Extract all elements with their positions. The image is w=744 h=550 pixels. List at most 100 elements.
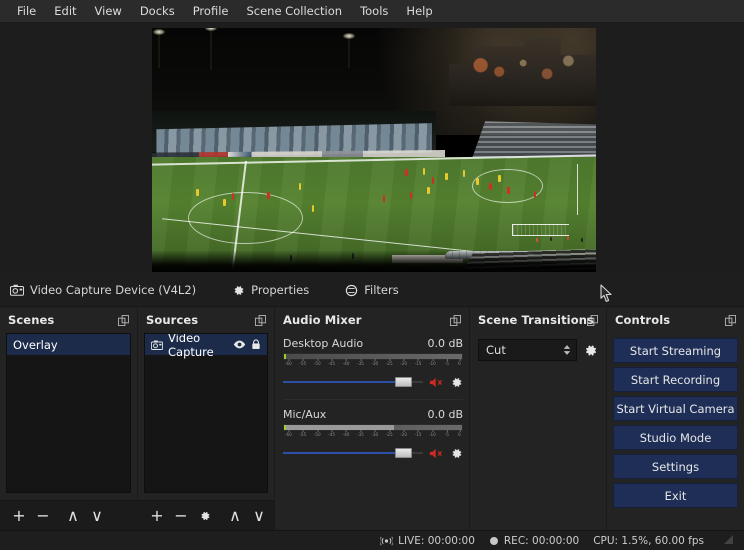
volume-slider[interactable] [283,375,423,389]
gear-icon[interactable] [450,447,463,460]
transition-selected-label: Cut [486,343,506,357]
scale-tick: -25 [386,361,393,366]
cpu-status: CPU: 1.5%, 60.00 fps [593,535,704,547]
player-marker [312,205,315,212]
start-virtual-camera-button[interactable]: Start Virtual Camera [613,396,738,421]
camera-icon [10,284,24,296]
start-streaming-button[interactable]: Start Streaming [613,338,738,363]
filters-button[interactable]: Filters [335,279,408,301]
remove-scene-button[interactable]: − [32,505,54,527]
scene-list-item-overlay[interactable]: Overlay [7,334,130,355]
preview-canvas[interactable] [152,28,596,272]
sources-list[interactable]: Video Capture [144,333,268,493]
meter-scale: -60 -55 -50 -45 -40 -35 -30 -25 -20 -15 … [283,432,463,441]
preview-area[interactable] [0,23,744,274]
controls-dock: Controls Start Streaming Start Recording… [606,307,744,530]
player-marker [267,192,270,199]
meter-scale: -60 -55 -50 -45 -40 -35 -30 -25 -20 -15 … [283,361,463,370]
audio-mixer-body: Desktop Audio 0.0 dB -60 -55 -50 -45 -40… [275,333,469,530]
meter-peak-indicator [284,425,286,430]
scale-tick: -30 [371,361,378,366]
scale-tick: -40 [343,432,350,437]
slider-handle[interactable] [395,448,412,458]
mixer-track-db: 0.0 dB [427,337,463,350]
penalty-area-line [577,164,579,214]
properties-label: Properties [251,283,309,297]
resize-grip-icon[interactable] [722,533,734,548]
scale-tick: -10 [429,432,436,437]
transition-row: Cut [474,333,602,361]
scale-tick: -45 [328,361,335,366]
muted-speaker-icon[interactable] [429,447,444,460]
scale-tick: -40 [343,361,350,366]
center-circle [188,192,303,245]
remove-source-button[interactable]: − [170,505,192,527]
move-scene-up-button[interactable]: ∧ [62,505,84,527]
add-scene-button[interactable]: + [8,505,30,527]
start-recording-button[interactable]: Start Recording [613,367,738,392]
transition-properties-button[interactable] [583,343,598,358]
properties-button[interactable]: Properties [222,279,319,301]
spectator-dot [567,236,569,240]
scale-tick: 0 [458,432,461,437]
float-dock-icon[interactable] [450,315,461,326]
float-dock-icon[interactable] [118,315,129,326]
menu-item-edit[interactable]: Edit [45,2,85,21]
menu-item-docks[interactable]: Docks [131,2,184,21]
scale-tick: 0 [458,361,461,366]
slider-handle[interactable] [395,377,412,387]
player-marker [507,187,510,194]
source-list-item-video-capture[interactable]: Video Capture [145,334,267,355]
spinner-updown-icon[interactable] [563,345,571,356]
move-source-up-button[interactable]: ∧ [224,505,246,527]
scene-name: Overlay [13,338,124,352]
mixer-track-header: Mic/Aux 0.0 dB [283,408,463,421]
muted-speaker-icon[interactable] [429,376,444,389]
controls-title-label: Controls [615,313,670,327]
menu-item-view[interactable]: View [86,2,131,21]
scale-tick: -15 [415,361,422,366]
mixer-track-db: 0.0 dB [427,408,463,421]
floodlight-mast-3 [348,38,350,68]
floodlight-mast-1 [158,34,160,68]
scale-tick: -15 [415,432,422,437]
rec-status: REC: 00:00:00 [489,535,579,547]
volume-slider[interactable] [283,446,423,460]
exit-button[interactable]: Exit [613,483,738,508]
scenes-dock: Scenes Overlay + − ∧ ∨ [0,307,137,530]
mixer-track-desktop-audio: Desktop Audio 0.0 dB -60 -55 -50 -45 -40… [283,337,463,389]
menu-item-scene-collection[interactable]: Scene Collection [237,2,351,21]
settings-button[interactable]: Settings [613,454,738,479]
status-bar: LIVE: 00:00:00 REC: 00:00:00 CPU: 1.5%, … [0,530,744,550]
gear-icon[interactable] [450,376,463,389]
lock-icon[interactable] [251,339,261,350]
scenes-toolbar: + − ∧ ∨ [0,500,137,530]
float-dock-icon[interactable] [725,315,736,326]
slider-filled [283,452,412,454]
float-dock-icon[interactable] [587,315,598,326]
player-marker [223,199,226,206]
source-properties-button[interactable] [194,505,216,527]
move-scene-down-button[interactable]: ∨ [86,505,108,527]
sources-title-label: Sources [146,313,198,327]
gear-icon [232,284,245,297]
menu-item-file[interactable]: File [8,2,45,21]
menu-item-profile[interactable]: Profile [184,2,238,21]
scene-transitions-dock-title: Scene Transitions [470,307,606,333]
eye-icon[interactable] [233,340,246,349]
menu-item-help[interactable]: Help [397,2,441,21]
transition-select[interactable]: Cut [478,339,577,361]
move-source-down-button[interactable]: ∨ [248,505,270,527]
scale-tick: -30 [371,432,378,437]
penalty-arc [472,169,543,203]
controls-body: Start Streaming Start Recording Start Vi… [607,333,744,530]
scenes-list[interactable]: Overlay [6,333,131,493]
float-dock-icon[interactable] [255,315,266,326]
add-source-button[interactable]: + [146,505,168,527]
scale-tick: -55 [299,432,306,437]
studio-mode-button[interactable]: Studio Mode [613,425,738,450]
spectator-dot [536,238,538,242]
menu-bar: File Edit View Docks Profile Scene Colle… [0,0,744,23]
menu-item-tools[interactable]: Tools [351,2,397,21]
floodlight-mast-2 [210,30,212,70]
